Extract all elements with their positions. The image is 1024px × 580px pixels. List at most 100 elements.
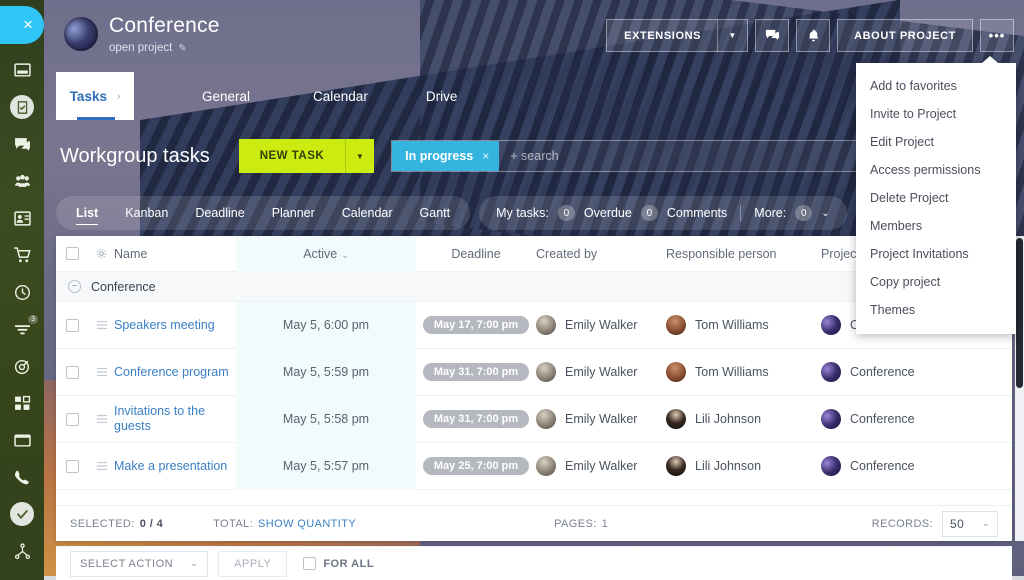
project-context-menu[interactable]: Add to favorites Invite to Project Edit … xyxy=(856,56,1016,334)
sidebar-item-contacts[interactable] xyxy=(0,200,44,237)
avatar xyxy=(821,362,841,382)
comments-label[interactable]: Comments xyxy=(667,206,727,220)
avatar xyxy=(536,409,556,429)
about-project-button[interactable]: ABOUT PROJECT xyxy=(837,19,973,52)
view-kanban[interactable]: Kanban xyxy=(125,206,168,220)
select-action-dropdown[interactable]: SELECT ACTION ⌄ xyxy=(70,550,209,577)
tab-general[interactable]: General xyxy=(202,89,250,104)
task-name-link[interactable]: Conference program xyxy=(114,365,229,379)
tab-tasks[interactable]: Tasks › xyxy=(56,72,134,120)
project-name[interactable]: Conference xyxy=(850,412,915,426)
column-header-deadline[interactable]: Deadline xyxy=(416,247,536,261)
workgroup-title: Workgroup tasks xyxy=(60,144,210,167)
sidebar-item-tasks[interactable] xyxy=(0,89,44,126)
counters-group: My tasks: 0 Overdue 0 Comments More: 0 ⌄ xyxy=(479,196,847,230)
menu-item-access-permissions[interactable]: Access permissions xyxy=(856,156,1016,184)
for-all-checkbox[interactable]: FOR ALL xyxy=(303,557,374,570)
view-calendar[interactable]: Calendar xyxy=(342,206,393,220)
column-header-created-by[interactable]: Created by xyxy=(536,247,666,261)
menu-item-members[interactable]: Members xyxy=(856,212,1016,240)
sidebar-item-settings[interactable] xyxy=(0,570,44,580)
extensions-button[interactable]: EXTENSIONS ▼ xyxy=(606,19,749,52)
overdue-label[interactable]: Overdue xyxy=(584,206,632,220)
drag-handle-icon[interactable] xyxy=(89,413,114,425)
column-header-name[interactable]: Name xyxy=(114,247,236,261)
sidebar-item-inbox[interactable] xyxy=(0,422,44,459)
menu-item-delete-project[interactable]: Delete Project xyxy=(856,184,1016,212)
pages-label: PAGES: xyxy=(554,517,597,530)
sidebar-item-clock[interactable] xyxy=(0,274,44,311)
project-name[interactable]: Conference xyxy=(850,459,915,473)
menu-item-edit-project[interactable]: Edit Project xyxy=(856,128,1016,156)
records-per-page-select[interactable]: 50 ⌄ xyxy=(942,510,998,537)
bell-icon xyxy=(808,29,819,42)
row-checkbox[interactable] xyxy=(56,412,89,426)
row-active-date: May 5, 5:59 pm xyxy=(236,348,416,396)
filter-chip-in-progress[interactable]: In progress × xyxy=(392,141,500,171)
vertical-scrollbar[interactable] xyxy=(1015,236,1024,541)
collapse-icon[interactable]: − xyxy=(68,280,81,293)
sidebar-item-check[interactable] xyxy=(0,496,44,533)
drag-handle-icon[interactable] xyxy=(89,366,114,378)
project-avatar xyxy=(64,17,98,51)
row-checkbox[interactable] xyxy=(56,365,89,379)
table-row[interactable]: Make a presentation May 5, 5:57 pm May 2… xyxy=(56,442,1012,490)
view-deadline[interactable]: Deadline xyxy=(195,206,244,220)
notifications-button[interactable] xyxy=(796,19,831,52)
menu-item-themes[interactable]: Themes xyxy=(856,296,1016,324)
sidebar-close-button[interactable]: × xyxy=(0,6,44,44)
menu-item-invite-to-project[interactable]: Invite to Project xyxy=(856,100,1016,128)
menu-item-add-to-favorites[interactable]: Add to favorites xyxy=(856,72,1016,100)
project-name[interactable]: Conference xyxy=(850,365,915,379)
new-task-button[interactable]: NEW TASK ▼ xyxy=(238,139,375,173)
sidebar-item-group[interactable] xyxy=(0,163,44,200)
more-label[interactable]: More: xyxy=(754,206,786,220)
sidebar-item-apps[interactable] xyxy=(0,385,44,422)
sidebar-item-target[interactable] xyxy=(0,348,44,385)
column-header-active[interactable]: Active ⌄ xyxy=(236,235,416,272)
sidebar-item-funnel[interactable]: 3 xyxy=(0,311,44,348)
chevron-down-icon[interactable]: ▼ xyxy=(718,31,747,40)
menu-item-project-invitations[interactable]: Project Invitations xyxy=(856,240,1016,268)
scrollbar-thumb[interactable] xyxy=(1016,238,1023,388)
column-settings-button[interactable] xyxy=(89,247,114,260)
table-row[interactable]: Conference program May 5, 5:59 pm May 31… xyxy=(56,348,1012,396)
tab-row: Tasks › General Calendar Drive xyxy=(56,72,836,120)
bulk-actions-bar: SELECT ACTION ⌄ APPLY FOR ALL xyxy=(56,546,1012,580)
sidebar-item-sitemap[interactable] xyxy=(0,533,44,570)
task-name-link[interactable]: Invitations to the guests xyxy=(114,404,205,433)
drag-handle-icon[interactable] xyxy=(89,319,114,331)
sidebar-item-news[interactable] xyxy=(0,52,44,89)
close-icon[interactable]: × xyxy=(482,149,489,163)
select-all-checkbox[interactable] xyxy=(56,247,89,260)
view-planner[interactable]: Planner xyxy=(272,206,315,220)
row-responsible: Tom Williams xyxy=(666,315,821,335)
row-checkbox[interactable] xyxy=(56,318,89,332)
sidebar-item-shop[interactable] xyxy=(0,237,44,274)
checkbox-icon[interactable] xyxy=(303,557,317,570)
edit-pencil-icon[interactable]: ✎ xyxy=(178,43,186,54)
drag-handle-icon[interactable] xyxy=(89,460,114,472)
tab-calendar[interactable]: Calendar xyxy=(313,89,368,104)
tab-drive[interactable]: Drive xyxy=(426,89,458,104)
sidebar-item-chat[interactable] xyxy=(0,126,44,163)
row-deadline: May 25, 7:00 pm xyxy=(416,457,536,475)
column-header-responsible[interactable]: Responsible person xyxy=(666,247,821,261)
view-list[interactable]: List xyxy=(76,206,99,225)
messages-button[interactable] xyxy=(755,19,790,52)
view-gantt[interactable]: Gantt xyxy=(420,206,451,220)
row-checkbox[interactable] xyxy=(56,459,89,473)
deadline-badge: May 17, 7:00 pm xyxy=(422,316,530,334)
task-name-link[interactable]: Speakers meeting xyxy=(114,318,215,332)
menu-item-copy-project[interactable]: Copy project xyxy=(856,268,1016,296)
task-name-link[interactable]: Make a presentation xyxy=(114,459,227,473)
sidebar-item-phone[interactable] xyxy=(0,459,44,496)
chevron-down-icon[interactable]: ▼ xyxy=(346,152,374,161)
apply-button[interactable]: APPLY xyxy=(218,550,288,577)
task-group-label: Conference xyxy=(91,279,156,294)
new-task-label: NEW TASK xyxy=(259,150,325,162)
show-quantity-link[interactable]: SHOW QUANTITY xyxy=(258,518,356,530)
more-menu-button[interactable]: ••• xyxy=(980,19,1014,52)
table-row[interactable]: Invitations to the guests May 5, 5:58 pm… xyxy=(56,395,1012,443)
chevron-down-icon[interactable]: ⌄ xyxy=(821,208,829,219)
